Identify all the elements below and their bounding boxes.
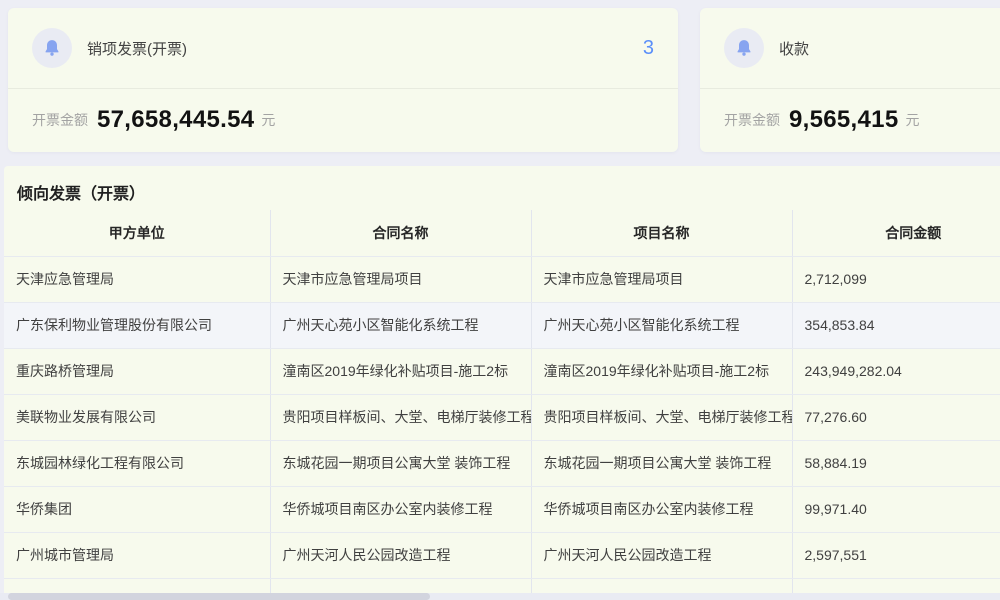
table-cell: 广东保利物业管理股份有限公司 — [4, 302, 271, 349]
section-title: 倾向发票（开票） — [17, 186, 146, 203]
table-cell: 华侨城项目南区办公室内装修工程 — [270, 486, 532, 533]
card-title: 收款 — [779, 40, 810, 58]
table-row[interactable]: 美联物业发展有限公司 贵阳项目样板间、大堂、电梯厅装修工程 贵阳项目样板间、大堂、电… — [4, 394, 1000, 441]
table-cell: 东城花园一期项目公寓大堂 装饰工程 — [270, 440, 532, 487]
table-cell: 广州城市管理局 — [4, 532, 271, 579]
table-cell: 贵阳项目样板间、大堂、电梯厅装修工程 — [531, 394, 793, 441]
table-cell: 美联物业发展有限公司 — [4, 394, 271, 441]
table-cell: 58,884.19 — [792, 440, 1000, 487]
table-cell: 广州天心苑小区智能化系统工程 — [270, 302, 532, 349]
table-body: 天津应急管理局 天津市应急管理局项目 天津市应急管理局项目 2,712,099 广东保利… — [4, 256, 1000, 600]
column-header-project-name: 项目名称 — [531, 210, 793, 257]
table-row[interactable]: 广东保利物业管理股份有限公司 广州天心苑小区智能化系统工程 广州天心苑小区智能化系统… — [4, 302, 1000, 349]
column-header-contract-amount: 合同金额 — [792, 210, 1000, 257]
table-cell: 243,949,282.04 — [792, 348, 1000, 395]
table-cell: 潼南区2019年绿化补贴项目-施工2标 — [270, 348, 532, 395]
table-cell: 天津应急管理局 — [4, 256, 271, 303]
table-cell: 潼南区2019年绿化补贴项目-施工2标 — [531, 348, 793, 395]
table-row[interactable]: 广州城市管理局 广州天河人民公园改造工程 广州天河人民公园改造工程 2,597,551 — [4, 532, 1000, 579]
table-cell: 天津市应急管理局项目 — [531, 256, 793, 303]
bell-icon — [32, 28, 72, 68]
horizontal-scrollbar-track[interactable] — [0, 593, 1000, 600]
bell-icon — [724, 28, 764, 68]
table-cell: 华侨集团 — [4, 486, 271, 533]
card-title: 销项发票(开票) — [87, 40, 187, 58]
column-header-contract-name: 合同名称 — [270, 210, 532, 257]
sales-invoice-card-body: 开票金额 57,658,445.54 元 — [8, 89, 678, 151]
table-cell: 天津市应急管理局项目 — [270, 256, 532, 303]
table-cell: 东城花园一期项目公寓大堂 装饰工程 — [531, 440, 793, 487]
horizontal-scrollbar-thumb[interactable] — [8, 593, 430, 600]
table-row[interactable]: 华侨集团 华侨城项目南区办公室内装修工程 华侨城项目南区办公室内装修工程 99,971… — [4, 486, 1000, 533]
table-row[interactable]: 天津应急管理局 天津市应急管理局项目 天津市应急管理局项目 2,712,099 — [4, 256, 1000, 303]
amount-label: 开票金额 — [32, 112, 88, 128]
sales-invoice-card-header: 销项发票(开票) 3 — [8, 8, 678, 89]
column-header-party: 甲方单位 — [4, 210, 271, 257]
amount-unit: 元 — [261, 112, 276, 128]
table-cell: 广州天河人民公园改造工程 — [531, 532, 793, 579]
table-cell: 2,712,099 — [792, 256, 1000, 303]
table-cell: 广州天河人民公园改造工程 — [270, 532, 532, 579]
table-cell: 东城园林绿化工程有限公司 — [4, 440, 271, 487]
collections-card-body: 开票金额 9,565,415 元 — [700, 89, 1000, 151]
table-cell: 354,853.84 — [792, 302, 1000, 349]
amount-value: 57,658,445.54 — [97, 106, 255, 133]
table-cell: 贵阳项目样板间、大堂、电梯厅装修工程 — [270, 394, 532, 441]
invoice-table: 甲方单位 合同名称 项目名称 合同金额 天津应急管理局 天津市应急管理局项目 天津市… — [4, 210, 1000, 600]
table-header-row: 甲方单位 合同名称 项目名称 合同金额 — [4, 210, 1000, 257]
table-cell: 99,971.40 — [792, 486, 1000, 533]
table-cell: 重庆路桥管理局 — [4, 348, 271, 395]
table-cell: 华侨城项目南区办公室内装修工程 — [531, 486, 793, 533]
sales-invoice-card[interactable]: 销项发票(开票) 3 开票金额 57,658,445.54 元 — [8, 8, 678, 152]
card-count-badge: 3 — [642, 36, 654, 59]
collections-card-header: 收款 — [700, 8, 1000, 89]
table-cell: 77,276.60 — [792, 394, 1000, 441]
amount-label: 开票金额 — [724, 112, 780, 128]
table-cell: 广州天心苑小区智能化系统工程 — [531, 302, 793, 349]
invoice-table-panel: 倾向发票（开票） 甲方单位 合同名称 项目名称 合同金额 天津应急管理局 天津市应… — [4, 166, 1000, 600]
amount-unit: 元 — [905, 112, 920, 128]
table-row[interactable]: 重庆路桥管理局 潼南区2019年绿化补贴项目-施工2标 潼南区2019年绿化补贴项目… — [4, 348, 1000, 395]
amount-value: 9,565,415 — [789, 106, 899, 133]
collections-card[interactable]: 收款 开票金额 9,565,415 元 — [700, 8, 1000, 152]
table-row[interactable]: 东城园林绿化工程有限公司 东城花园一期项目公寓大堂 装饰工程 东城花园一期项目公寓大… — [4, 440, 1000, 487]
table-cell: 2,597,551 — [792, 532, 1000, 579]
